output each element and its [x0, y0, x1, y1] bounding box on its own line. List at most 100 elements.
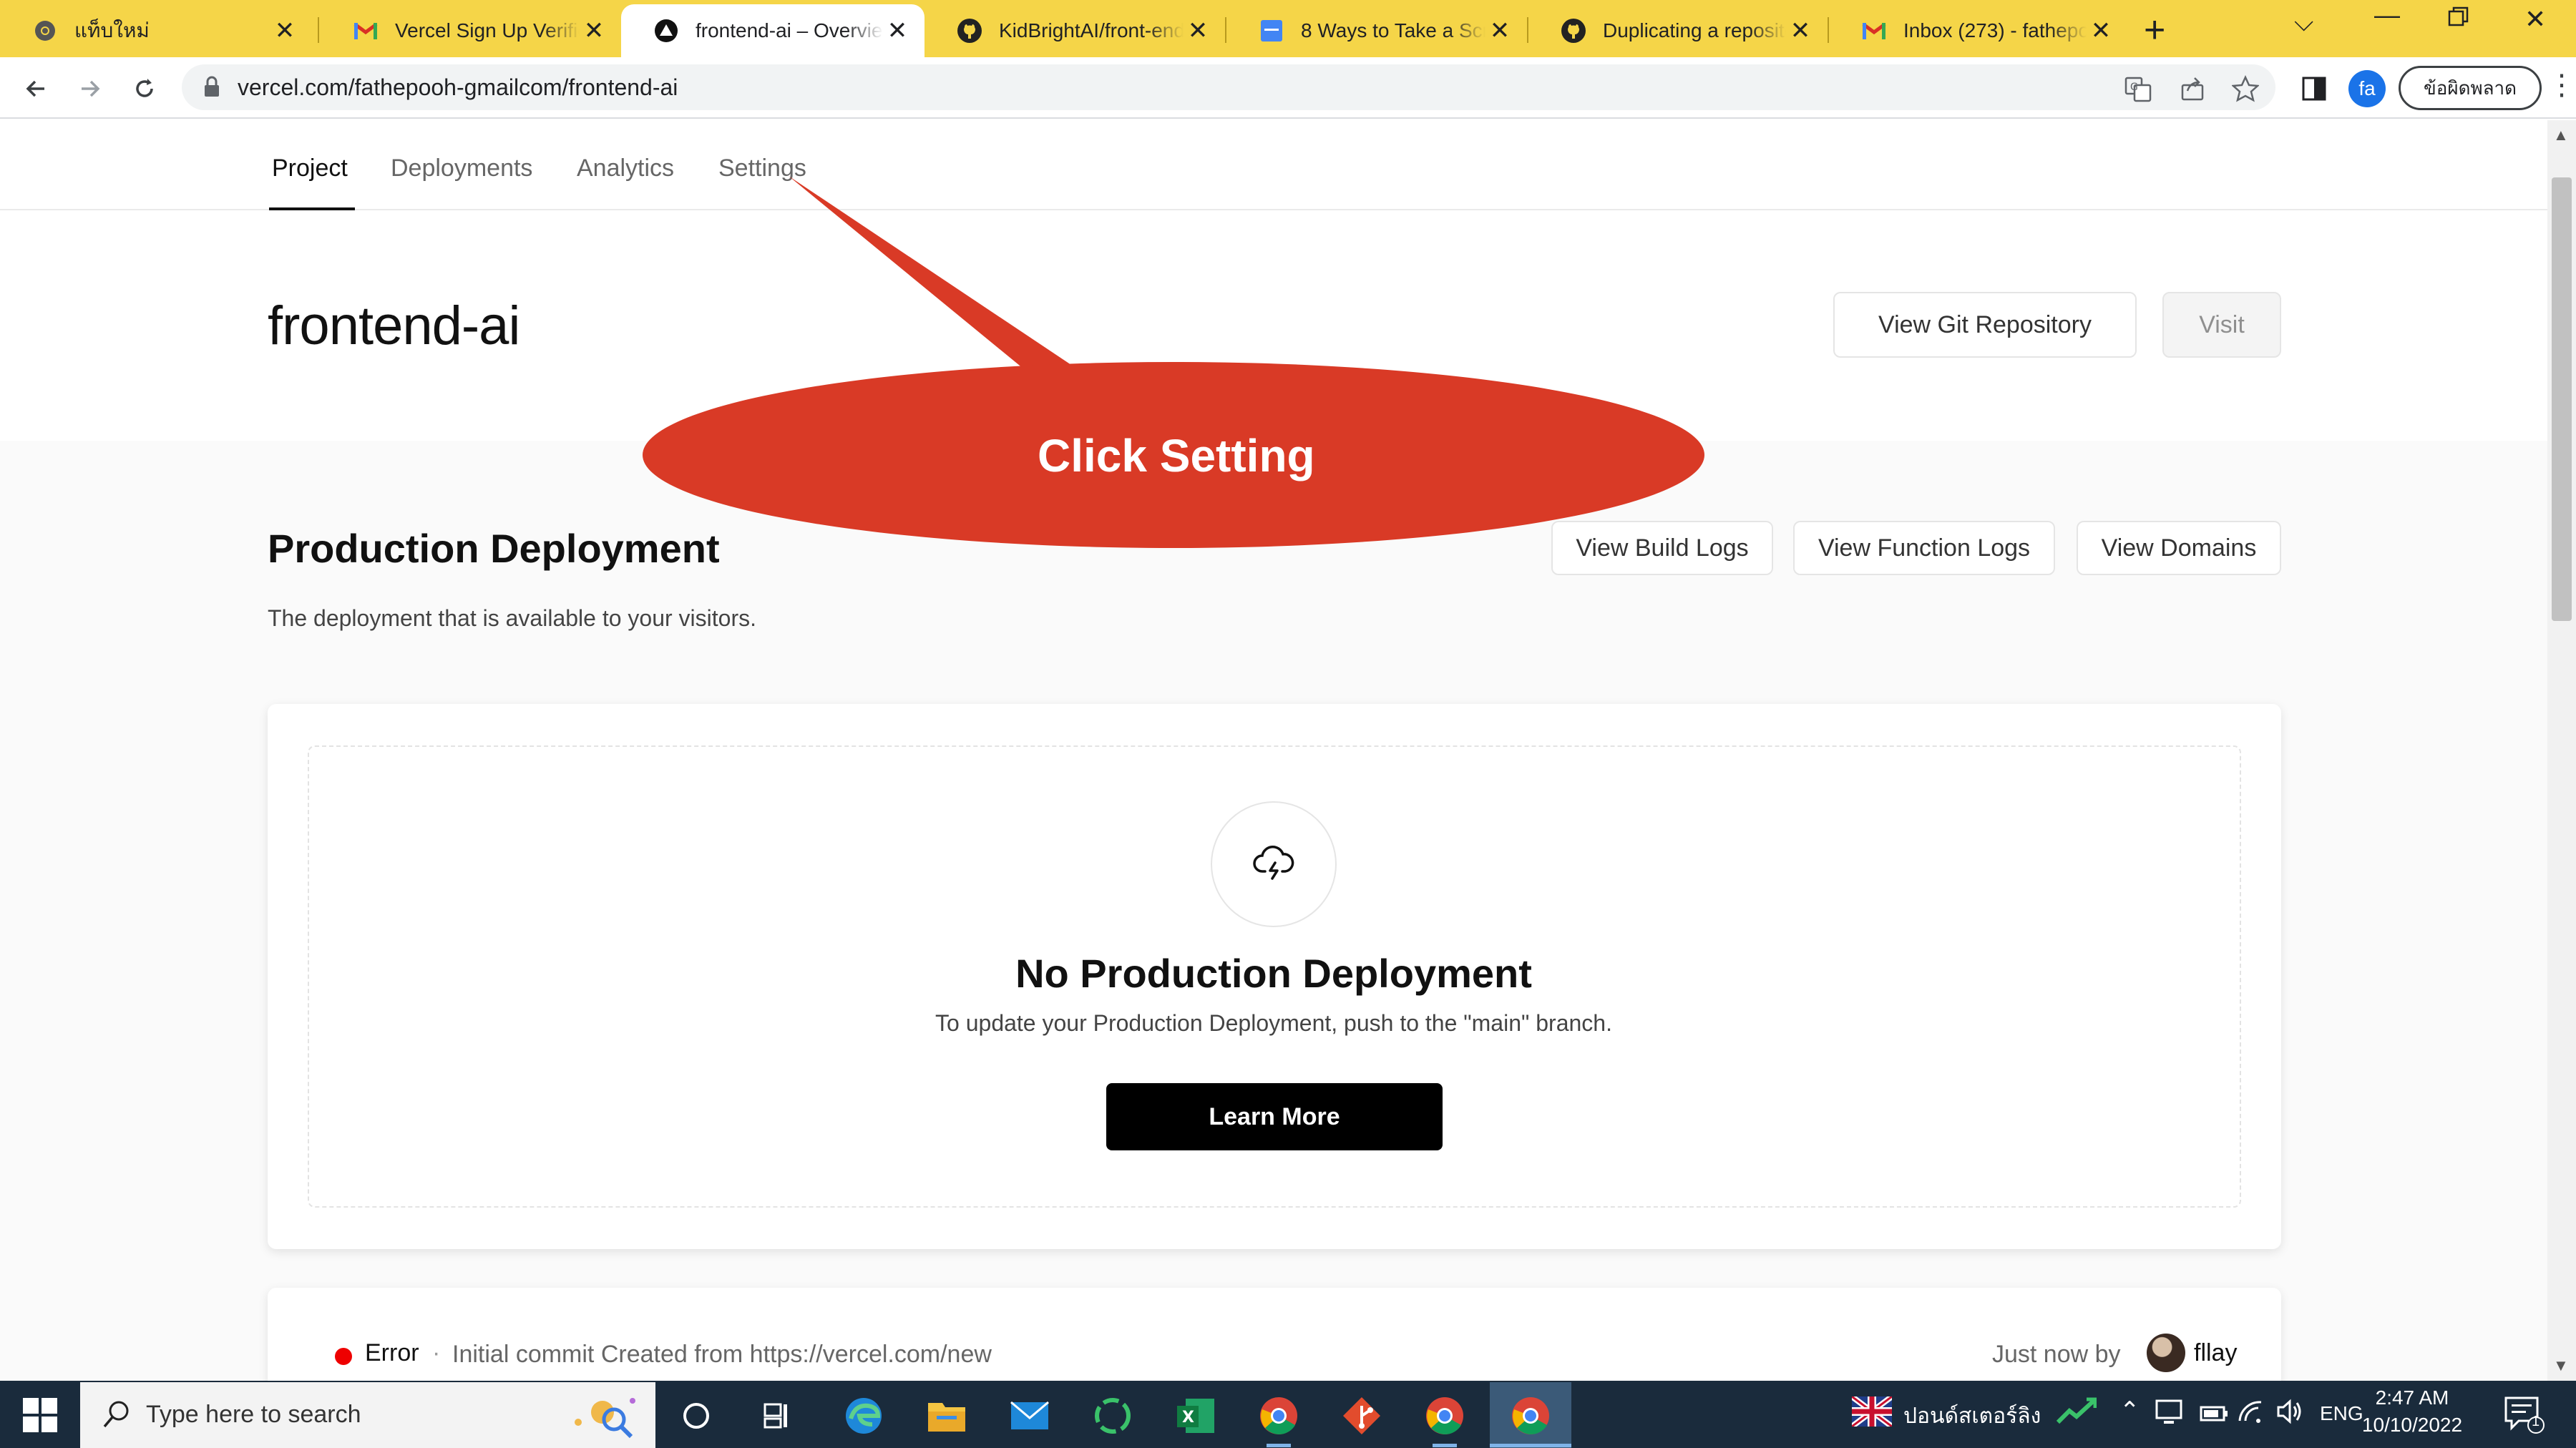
restore-icon[interactable] — [2447, 4, 2470, 34]
minimize-icon[interactable]: — — [2374, 0, 2400, 30]
address-bar[interactable]: vercel.com/fathepooh-gmailcom/frontend-a… — [182, 64, 2275, 110]
nav-settings[interactable]: Settings — [718, 155, 806, 182]
close-window-icon[interactable]: ✕ — [2524, 4, 2546, 34]
share-icon[interactable] — [2175, 72, 2210, 106]
view-function-logs-button[interactable]: View Function Logs — [1793, 521, 2055, 575]
github-icon — [956, 17, 983, 44]
tab-screenshot-article[interactable]: 8 Ways to Take a Screenshot ✕ — [1226, 4, 1527, 57]
taskbar-search-box[interactable]: Type here to search — [80, 1382, 655, 1448]
deployment-time: Just now by — [1992, 1341, 2121, 1368]
view-git-repository-button[interactable]: View Git Repository — [1833, 292, 2137, 358]
tab-gmail-inbox[interactable]: Inbox (273) - fathepooh ✕ — [1829, 4, 2128, 57]
uk-flag-icon[interactable] — [1850, 1394, 1894, 1432]
scroll-up-icon[interactable]: ▲ — [2553, 126, 2569, 145]
clock-time[interactable]: 2:47 AM — [2358, 1386, 2466, 1409]
tab-vercel-signup[interactable]: Vercel Sign Up Verification ✕ — [321, 4, 621, 57]
translate-icon[interactable]: G — [2121, 72, 2155, 106]
tab-title: 8 Ways to Take a Screenshot — [1301, 19, 1485, 41]
close-tab-icon[interactable]: ✕ — [1485, 16, 1514, 45]
author-avatar — [2147, 1334, 2185, 1372]
lock-icon[interactable] — [202, 74, 222, 102]
file-explorer-icon[interactable] — [924, 1394, 969, 1438]
volume-icon[interactable] — [2275, 1398, 2304, 1431]
tab-title: KidBrightAI/front-end — [999, 19, 1184, 41]
notification-count: 1 — [2532, 1414, 2540, 1429]
close-tab-icon[interactable]: ✕ — [2087, 16, 2115, 45]
learn-more-button[interactable]: Learn More — [1106, 1083, 1443, 1150]
cloud-lightning-icon — [1251, 840, 1297, 889]
empty-state-subtitle: To update your Production Deployment, pu… — [935, 1010, 1612, 1036]
tab-title: Vercel Sign Up Verification — [395, 19, 580, 41]
github-icon — [1560, 17, 1587, 44]
battery-icon[interactable] — [2200, 1404, 2228, 1428]
tab-frontend-ai[interactable]: frontend-ai – Overview ✕ — [621, 4, 924, 57]
chrome-app-icon[interactable] — [1257, 1394, 1301, 1438]
forward-icon[interactable] — [69, 69, 112, 109]
scrollbar-thumb[interactable] — [2552, 177, 2572, 621]
edge-icon[interactable] — [841, 1394, 886, 1438]
tab-separator — [318, 17, 319, 43]
callout-text: Click Setting — [1038, 430, 1315, 481]
nav-project[interactable]: Project — [272, 155, 348, 182]
new-tab-icon[interactable]: + — [2144, 9, 2165, 52]
deployment-detail[interactable]: Initial commit Created from https://verc… — [452, 1341, 992, 1369]
mail-icon[interactable] — [1008, 1394, 1052, 1438]
vercel-icon — [653, 17, 680, 44]
separator-dot: · — [432, 1339, 441, 1366]
git-app-icon[interactable] — [1340, 1394, 1384, 1438]
device-icon[interactable] — [2154, 1398, 2184, 1432]
tab-title: Inbox (273) - fathepooh — [1903, 19, 2087, 41]
profile-avatar[interactable]: fa — [2348, 70, 2386, 107]
side-panel-icon[interactable] — [2297, 72, 2331, 106]
menu-kebab-icon[interactable]: ⋮ — [2547, 69, 2576, 102]
chrome-icon — [31, 17, 59, 44]
production-deployment-subtitle: The deployment that is available to your… — [268, 605, 756, 631]
close-tab-icon[interactable]: ✕ — [270, 16, 299, 45]
task-view-icon[interactable] — [754, 1394, 799, 1438]
error-button[interactable]: ข้อผิดพลาด — [2399, 66, 2542, 110]
docs-icon — [1258, 17, 1285, 44]
tab-title: Duplicating a repository — [1603, 19, 1786, 41]
reload-icon[interactable] — [123, 69, 166, 109]
nav-active-indicator — [269, 207, 355, 210]
clock-date[interactable]: 10/10/2022 — [2358, 1414, 2466, 1437]
cortana-icon[interactable] — [674, 1394, 718, 1438]
running-indicator — [1267, 1444, 1291, 1447]
running-indicator — [1490, 1444, 1571, 1447]
scroll-down-icon[interactable]: ▼ — [2553, 1356, 2569, 1375]
nav-deployments[interactable]: Deployments — [391, 155, 532, 182]
deployment-author[interactable]: fllay — [2194, 1339, 2237, 1367]
deployment-status: Error — [365, 1339, 419, 1366]
tray-chevron-icon[interactable]: ⌃ — [2119, 1396, 2140, 1425]
svg-text:X: X — [1182, 1409, 1194, 1427]
nav-analytics[interactable]: Analytics — [577, 155, 674, 182]
empty-state-icon-circle — [1211, 801, 1337, 927]
tab-search-icon[interactable]: ⌵ — [2294, 7, 2313, 38]
visit-button[interactable]: Visit — [2162, 292, 2281, 358]
view-domains-button[interactable]: View Domains — [2077, 521, 2281, 575]
close-tab-icon[interactable]: ✕ — [1786, 16, 1815, 45]
back-icon[interactable] — [14, 69, 57, 109]
production-deployment-title: Production Deployment — [268, 526, 720, 571]
keyboard-layout[interactable]: ปอนด์สเตอร์ลิง — [1903, 1399, 2041, 1433]
tab-title: frontend-ai – Overview — [696, 19, 883, 41]
close-tab-icon[interactable]: ✕ — [580, 16, 608, 45]
view-build-logs-button[interactable]: View Build Logs — [1551, 521, 1773, 575]
wifi-icon[interactable] — [2237, 1399, 2264, 1429]
bookmark-star-icon[interactable] — [2228, 72, 2263, 106]
search-highlight-icon — [564, 1391, 643, 1444]
excel-icon[interactable]: X — [1174, 1394, 1218, 1438]
chrome-app-icon[interactable] — [1423, 1394, 1467, 1438]
tab-duplicating-repo[interactable]: Duplicating a repository ✕ — [1528, 4, 1828, 57]
language-indicator[interactable]: ENG — [2320, 1402, 2363, 1425]
spinner-app-icon[interactable] — [1091, 1394, 1135, 1438]
close-tab-icon[interactable]: ✕ — [1184, 16, 1212, 45]
close-tab-icon[interactable]: ✕ — [883, 16, 912, 45]
chrome-active-app-icon[interactable] — [1508, 1394, 1553, 1438]
stock-trend-icon[interactable] — [2056, 1396, 2097, 1431]
error-status-dot — [335, 1348, 352, 1365]
project-nav: Project Deployments Analytics Settings — [0, 120, 2547, 210]
windows-start-icon[interactable] — [21, 1396, 59, 1437]
tab-kidbright-github[interactable]: KidBrightAI/front-end ✕ — [924, 4, 1225, 57]
tab-new-tab[interactable]: แท็บใหม่ ✕ — [0, 4, 312, 57]
